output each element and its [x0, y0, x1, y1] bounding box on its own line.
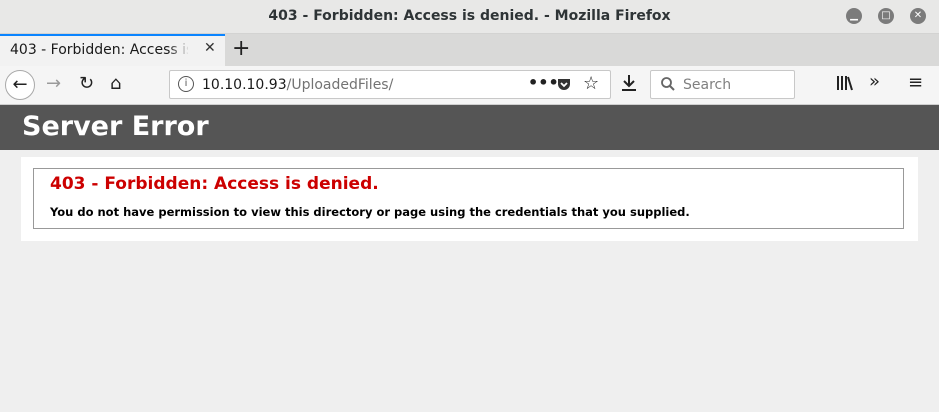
search-icon [660, 76, 676, 96]
hamburger-menu-icon[interactable]: ≡ [908, 74, 923, 92]
server-error-header: Server Error [0, 105, 939, 150]
download-icon[interactable] [621, 74, 637, 96]
overflow-chevrons-icon[interactable]: » [869, 73, 880, 91]
navigation-toolbar: ← → ↻ ⌂ i 10.10.10.93/UploadedFiles/ •••… [0, 66, 939, 105]
reload-icon[interactable]: ↻ [79, 75, 94, 93]
url-path: /UploadedFiles/ [286, 77, 394, 93]
url-host: 10.10.10.93 [202, 77, 287, 93]
tab-active[interactable]: 403 - Forbidden: Access is denied. ✕ [0, 34, 225, 66]
page-actions-icon[interactable]: ••• [528, 75, 559, 91]
page-title: Server Error [22, 111, 209, 142]
home-icon[interactable]: ⌂ [110, 75, 121, 93]
bookmark-star-icon[interactable]: ☆ [583, 75, 599, 93]
error-box: 403 - Forbidden: Access is denied. You d… [33, 168, 904, 229]
window-title: 403 - Forbidden: Access is denied. - Moz… [268, 8, 671, 24]
search-placeholder: Search [683, 77, 732, 93]
url-text[interactable]: 10.10.10.93/UploadedFiles/ [202, 77, 393, 93]
error-message: You do not have permission to view this … [50, 205, 690, 219]
back-arrow-icon[interactable]: ← [5, 70, 35, 100]
forward-arrow-icon[interactable]: → [46, 75, 61, 93]
url-bar[interactable]: i 10.10.10.93/UploadedFiles/ ••• ☆ [169, 70, 611, 99]
tab-label-fade [168, 36, 190, 64]
pocket-icon[interactable] [556, 76, 572, 96]
tab-label: 403 - Forbidden: Access is denied. [10, 42, 188, 58]
library-icon[interactable] [836, 75, 854, 95]
window-titlebar: 403 - Forbidden: Access is denied. - Moz… [0, 0, 939, 34]
info-icon[interactable]: i [178, 76, 194, 92]
error-panel: 403 - Forbidden: Access is denied. You d… [21, 157, 918, 241]
page-content: Server Error 403 - Forbidden: Access is … [0, 105, 939, 412]
error-title: 403 - Forbidden: Access is denied. [50, 174, 379, 194]
maximize-icon[interactable]: □ [878, 8, 894, 24]
tab-close-icon[interactable]: ✕ [204, 40, 216, 56]
close-icon[interactable]: ✕ [910, 8, 926, 24]
new-tab-button[interactable]: + [232, 36, 250, 61]
minimize-icon[interactable]: ▁ [846, 8, 862, 24]
search-input[interactable]: Search [650, 70, 795, 99]
tab-strip: 403 - Forbidden: Access is denied. ✕ + [0, 34, 939, 66]
